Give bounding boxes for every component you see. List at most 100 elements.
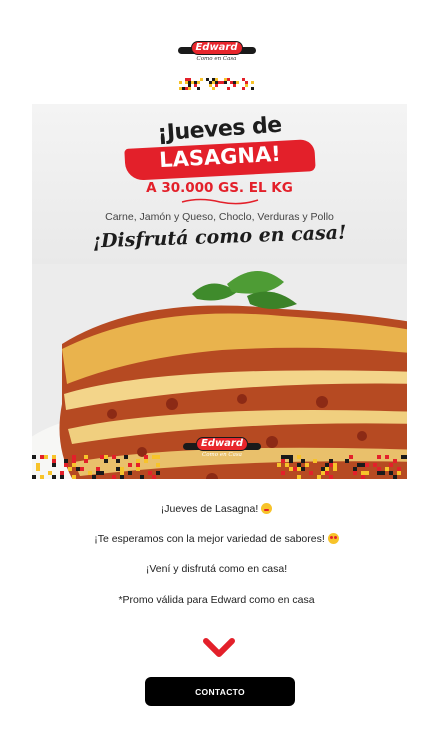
pixel [313, 459, 317, 463]
pixel [373, 463, 377, 467]
pixel [128, 463, 132, 467]
pixel [297, 475, 301, 479]
pixel [84, 459, 88, 463]
body-line-4: *Promo válida para Edward como en casa [118, 594, 315, 606]
pixel [211, 81, 215, 84]
pixel [100, 471, 104, 475]
pixel [329, 475, 333, 479]
pixel [52, 463, 56, 467]
pixel [226, 87, 230, 90]
pixel [88, 471, 92, 475]
pixel [250, 87, 254, 90]
pixel [353, 471, 357, 475]
pixel [244, 84, 248, 87]
pixel [405, 455, 407, 459]
banner-pixels-left [32, 455, 162, 479]
body-line-3: ¡Vení y disfrutá como en casa! [145, 563, 288, 575]
pixel [144, 459, 148, 463]
pixel [92, 475, 96, 479]
pixel [156, 471, 160, 475]
pixel [72, 463, 76, 467]
pixel [152, 475, 156, 479]
pixel [297, 467, 301, 471]
pixel-decoration [178, 78, 255, 90]
pixel [393, 475, 397, 479]
header: Edward Como en Casa [0, 38, 433, 90]
pixel [385, 467, 389, 471]
pixel [377, 455, 381, 459]
pixel [281, 459, 285, 463]
pixel [305, 463, 309, 467]
pixel [285, 463, 289, 467]
pixel [226, 78, 230, 81]
pixel [317, 475, 321, 479]
pixel [235, 81, 239, 84]
pixel [36, 467, 40, 471]
pixel [193, 81, 197, 84]
pixel [72, 455, 76, 459]
pixel [205, 78, 209, 81]
pixel [325, 467, 329, 471]
pixel [76, 467, 80, 471]
pixel [345, 459, 349, 463]
pixel [116, 467, 120, 471]
pixel [184, 78, 188, 81]
banner-logo-brand: Edward [200, 438, 244, 449]
pixel [223, 78, 227, 81]
pixel [104, 459, 108, 463]
pixel [353, 467, 357, 471]
pixel [349, 455, 353, 459]
pixel [401, 455, 405, 459]
pixel [52, 475, 56, 479]
pixel [68, 467, 72, 471]
body-line-2: ¡Te esperamos con la mejor variedad de s… [0, 533, 433, 545]
pixel [178, 81, 182, 84]
pixel [116, 459, 120, 463]
promo-banner: ¡Jueves de LASAGNA! A 30.000 GS. EL KG C… [32, 104, 407, 479]
pixel [297, 455, 301, 459]
banner-logo: Edward Como en Casa [182, 434, 262, 460]
pixel [60, 475, 64, 479]
pixel [156, 463, 160, 467]
pixel [289, 459, 293, 463]
pixel [96, 471, 100, 475]
pixel [309, 471, 313, 475]
pixel [365, 463, 369, 467]
pixel [325, 471, 329, 475]
pixel [187, 87, 191, 90]
pixel [329, 459, 333, 463]
pixel [393, 459, 397, 463]
pixel [120, 467, 124, 471]
banner-logo-tagline: Como en Casa [202, 452, 242, 458]
chevron-down-icon[interactable] [203, 637, 235, 659]
pixel [124, 455, 128, 459]
pixel [250, 81, 254, 84]
body-line-1: ¡Jueves de Lasagna! [0, 503, 433, 515]
pixel [80, 467, 84, 471]
pixel [136, 467, 140, 471]
pixel [214, 84, 218, 87]
pixel [232, 84, 236, 87]
pixel [397, 471, 401, 475]
pixel [385, 455, 389, 459]
pixel [44, 455, 48, 459]
pixel [32, 455, 36, 459]
pixel [223, 81, 227, 84]
pixel [64, 463, 68, 467]
banner-pixels-right [277, 455, 407, 479]
pixel [217, 81, 221, 84]
swoosh-decoration [181, 198, 259, 205]
pixel [301, 467, 305, 471]
pixel [196, 87, 200, 90]
contact-button[interactable]: CONTACTO [145, 677, 295, 706]
pixel [389, 463, 393, 467]
pixel [120, 475, 124, 479]
logo-tagline: Como en Casa [196, 56, 237, 62]
yum-emoji-icon [261, 503, 273, 514]
pixel [40, 475, 44, 479]
pixel [72, 475, 76, 479]
pixel [281, 471, 285, 475]
pixel [178, 87, 182, 90]
brand-logo[interactable]: Edward Como en Casa [177, 38, 257, 64]
pixel [60, 471, 64, 475]
